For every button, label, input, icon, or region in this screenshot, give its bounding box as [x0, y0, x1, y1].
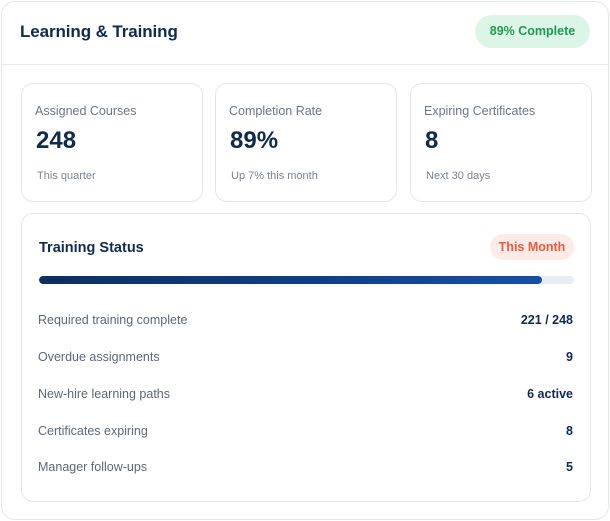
stat-label: Assigned Courses: [35, 104, 137, 118]
stat-card-assigned-courses: Assigned Courses 248 This quarter: [21, 83, 203, 202]
status-row: Certificates expiring 8: [38, 424, 573, 444]
stat-subtext: This quarter: [37, 170, 96, 182]
row-value: 9: [566, 350, 573, 364]
stat-value: 248: [36, 127, 77, 154]
row-label: New-hire learning paths: [38, 387, 171, 401]
stat-value: 8: [425, 127, 439, 154]
status-title: Training Status: [39, 240, 144, 256]
status-row: Manager follow-ups 5: [38, 460, 573, 480]
row-value: 221 / 248: [520, 313, 573, 327]
stat-card-completion-rate: Completion Rate 89% Up 7% this month: [215, 83, 397, 202]
status-row: Overdue assignments 9: [38, 350, 573, 370]
card-header: Learning & Training 89% Complete: [2, 2, 608, 65]
stat-label: Expiring Certificates: [424, 104, 536, 118]
row-value: 8: [566, 424, 573, 438]
row-label: Certificates expiring: [38, 424, 148, 438]
status-row: New-hire learning paths 6 active: [38, 387, 573, 407]
stat-subtext: Next 30 days: [426, 170, 491, 182]
row-label: Required training complete: [38, 313, 188, 327]
row-value: 6 active: [527, 387, 573, 401]
stat-card-expiring-certificates: Expiring Certificates 8 Next 30 days: [410, 83, 592, 202]
completion-badge: 89% Complete: [475, 15, 590, 48]
row-label: Overdue assignments: [38, 350, 160, 364]
learning-training-card: Learning & Training 89% Complete Assigne…: [1, 1, 609, 520]
stat-label: Completion Rate: [229, 104, 323, 118]
stat-subtext: Up 7% this month: [231, 170, 318, 182]
progress-fill: [39, 276, 542, 284]
card-title: Learning & Training: [20, 22, 178, 41]
status-row: Required training complete 221 / 248: [38, 313, 573, 333]
row-value: 5: [566, 460, 573, 474]
period-badge: This Month: [490, 234, 574, 260]
progress-track: [39, 276, 574, 284]
row-label: Manager follow-ups: [38, 460, 148, 474]
stat-value: 89%: [230, 127, 279, 154]
training-status-panel: Training Status This Month Required trai…: [21, 213, 591, 502]
